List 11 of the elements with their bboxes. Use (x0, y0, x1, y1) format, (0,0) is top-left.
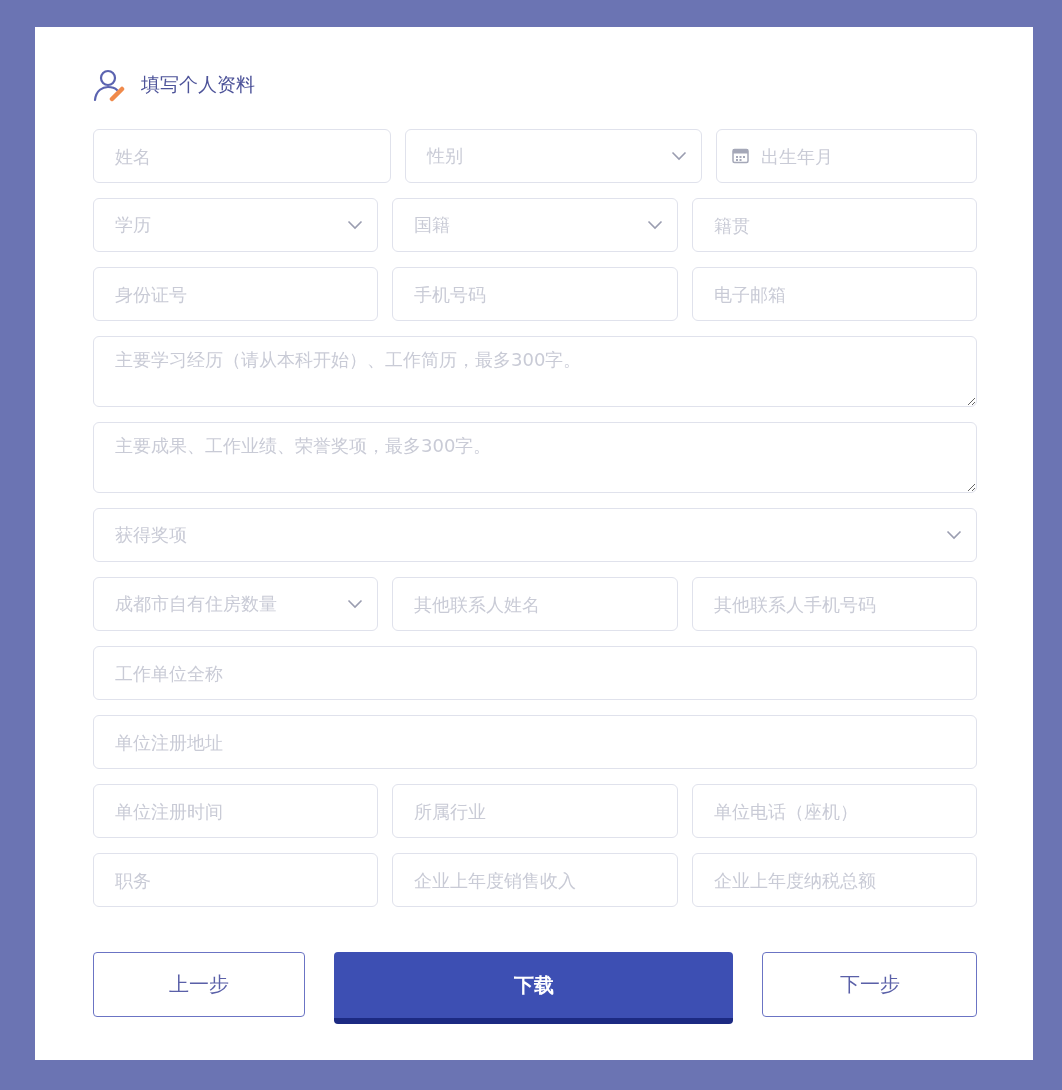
chevron-down-icon (347, 599, 364, 609)
calendar-icon (732, 147, 750, 164)
chevron-down-icon (946, 530, 962, 540)
form-title: 填写个人资料 (141, 72, 255, 97)
step-button[interactable]: 下一步 (762, 952, 977, 1017)
step-button[interactable]: 上一步 (93, 952, 305, 1017)
chevron-down-icon (646, 220, 663, 230)
chevron-down-icon (347, 220, 364, 230)
chevron-down-icon (671, 151, 688, 161)
download-button[interactable]: 下载 (334, 952, 733, 1024)
user-edit-icon (93, 68, 127, 102)
